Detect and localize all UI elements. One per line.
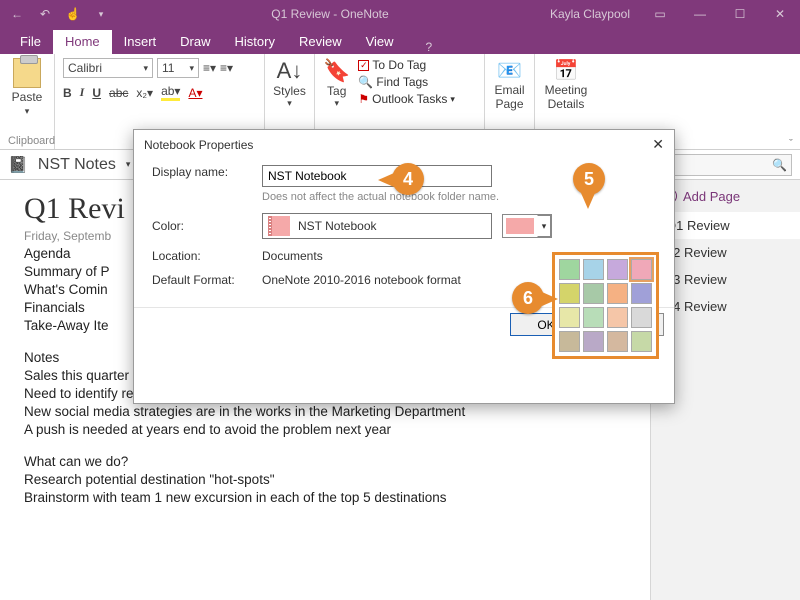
display-name-hint: Does not affect the actual notebook fold…	[262, 191, 499, 203]
tab-history[interactable]: History	[223, 30, 287, 54]
window-title: Q1 Review - OneNote	[110, 7, 550, 21]
color-swatch[interactable]	[631, 307, 652, 328]
title-bar: ← ↶ ☝ ▾ Q1 Review - OneNote Kayla Claypo…	[0, 0, 800, 28]
color-swatch[interactable]	[631, 259, 652, 280]
styles-icon[interactable]: A↓	[277, 58, 303, 84]
color-swatch[interactable]	[559, 331, 580, 352]
ribbon-tabs: File Home Insert Draw History Review Vie…	[0, 28, 800, 54]
tag-icon: 🔖	[323, 58, 350, 84]
doc-line[interactable]: New social media strategies are in the w…	[24, 404, 626, 419]
back-icon[interactable]: ←	[8, 7, 26, 21]
color-swatch[interactable]	[583, 283, 604, 304]
chevron-down-icon[interactable]: ▾	[126, 159, 131, 170]
tab-draw[interactable]: Draw	[168, 30, 222, 54]
color-swatch[interactable]	[583, 331, 604, 352]
qat-dropdown-icon[interactable]: ▾	[92, 9, 110, 20]
bullets-icon[interactable]: ≡▾	[203, 61, 216, 75]
envelope-icon: 📧	[497, 58, 522, 83]
tag-button[interactable]: Tag	[327, 84, 346, 98]
callout-6: 6	[512, 282, 544, 314]
location-value: Documents	[262, 249, 323, 263]
color-swatch[interactable]	[607, 331, 628, 352]
color-label: Color:	[152, 219, 262, 233]
color-swatch[interactable]	[607, 283, 628, 304]
group-clipboard: Clipboard	[8, 133, 46, 147]
dialog-title: Notebook Properties	[144, 138, 253, 152]
paste-button[interactable]: Paste	[12, 90, 43, 104]
tab-insert[interactable]: Insert	[112, 30, 169, 54]
chevron-down-icon[interactable]: ▾	[25, 106, 30, 117]
color-swatch[interactable]	[559, 307, 580, 328]
search-icon: 🔍	[358, 75, 373, 89]
undo-icon[interactable]: ↶	[36, 7, 54, 21]
display-name-input[interactable]	[262, 165, 492, 187]
styles-button[interactable]: Styles	[273, 84, 306, 98]
strike-icon[interactable]: abc	[109, 86, 128, 100]
color-swatch[interactable]	[559, 283, 580, 304]
doc-line[interactable]: Research potential destination "hot-spot…	[24, 472, 626, 487]
ribbon-options-icon[interactable]: ▭	[640, 0, 680, 28]
flag-icon: ⚑	[358, 92, 369, 106]
close-icon[interactable]: ✕	[760, 0, 800, 28]
color-swatch	[506, 218, 534, 234]
color-swatch[interactable]	[607, 307, 628, 328]
chevron-down-icon[interactable]: ▾	[537, 215, 551, 237]
tab-review[interactable]: Review	[287, 30, 354, 54]
subscript-icon[interactable]: x₂▾	[136, 86, 153, 100]
font-color-icon[interactable]: A▾	[188, 86, 202, 100]
color-name: NST Notebook	[298, 219, 377, 233]
tab-view[interactable]: View	[354, 30, 406, 54]
doc-line[interactable]: A push is needed at years end to avoid t…	[24, 422, 626, 437]
default-format-value: OneNote 2010-2016 notebook format	[262, 273, 461, 287]
touch-mode-icon[interactable]: ☝	[64, 7, 82, 21]
color-picker[interactable]	[552, 252, 659, 359]
maximize-icon[interactable]: ☐	[720, 0, 760, 28]
outlook-tasks-button[interactable]: ⚑Outlook Tasks▾	[358, 92, 454, 106]
notebook-icon[interactable]: 📓	[8, 155, 28, 175]
font-name-combo[interactable]: Calibri▾	[63, 58, 153, 78]
minimize-icon[interactable]: —	[680, 0, 720, 28]
find-tags-button[interactable]: 🔍Find Tags	[358, 75, 454, 89]
underline-icon[interactable]: U	[92, 86, 101, 100]
notebook-title[interactable]: NST Notes	[38, 156, 116, 174]
clipboard-icon	[13, 58, 41, 88]
color-swatch[interactable]	[607, 259, 628, 280]
chevron-down-icon[interactable]: ▾	[287, 98, 292, 109]
italic-icon[interactable]: I	[80, 85, 85, 100]
color-swatch[interactable]	[583, 307, 604, 328]
default-format-label: Default Format:	[152, 273, 262, 287]
add-page-label: Add Page	[683, 189, 740, 204]
tab-home[interactable]: Home	[53, 30, 112, 54]
chevron-down-icon[interactable]: ▾	[334, 98, 339, 109]
tell-me[interactable]: ?	[406, 40, 433, 54]
display-name-label: Display name:	[152, 165, 262, 179]
tab-file[interactable]: File	[8, 30, 53, 54]
close-icon[interactable]: ✕	[652, 136, 664, 153]
bold-icon[interactable]: B	[63, 86, 72, 100]
location-label: Location:	[152, 249, 262, 263]
color-display: NST Notebook	[262, 213, 492, 239]
font-size-combo[interactable]: 11▾	[157, 58, 199, 78]
callout-5: 5	[573, 163, 605, 195]
color-swatch[interactable]	[631, 331, 652, 352]
meeting-details-button[interactable]: Meeting Details	[545, 83, 588, 111]
email-page-button[interactable]: Email Page	[494, 83, 524, 111]
color-swatch[interactable]	[631, 283, 652, 304]
doc-line[interactable]: What can we do?	[24, 454, 626, 469]
calendar-icon: 📅	[554, 58, 579, 83]
numbering-icon[interactable]: ≡▾	[220, 61, 233, 75]
notebook-color-icon	[268, 216, 290, 236]
user-name[interactable]: Kayla Claypool	[550, 7, 640, 21]
color-swatch[interactable]	[583, 259, 604, 280]
callout-4: 4	[392, 163, 424, 195]
doc-line[interactable]: Brainstorm with team 1 new excursion in …	[24, 490, 626, 505]
todo-tag-button[interactable]: ✓To Do Tag	[358, 58, 454, 72]
highlight-icon[interactable]: ab▾	[161, 84, 180, 101]
collapse-ribbon-icon[interactable]: ˇ	[782, 54, 800, 150]
color-dropdown[interactable]: ▾	[502, 214, 552, 238]
search-icon: 🔍	[772, 158, 787, 172]
color-swatch[interactable]	[559, 259, 580, 280]
